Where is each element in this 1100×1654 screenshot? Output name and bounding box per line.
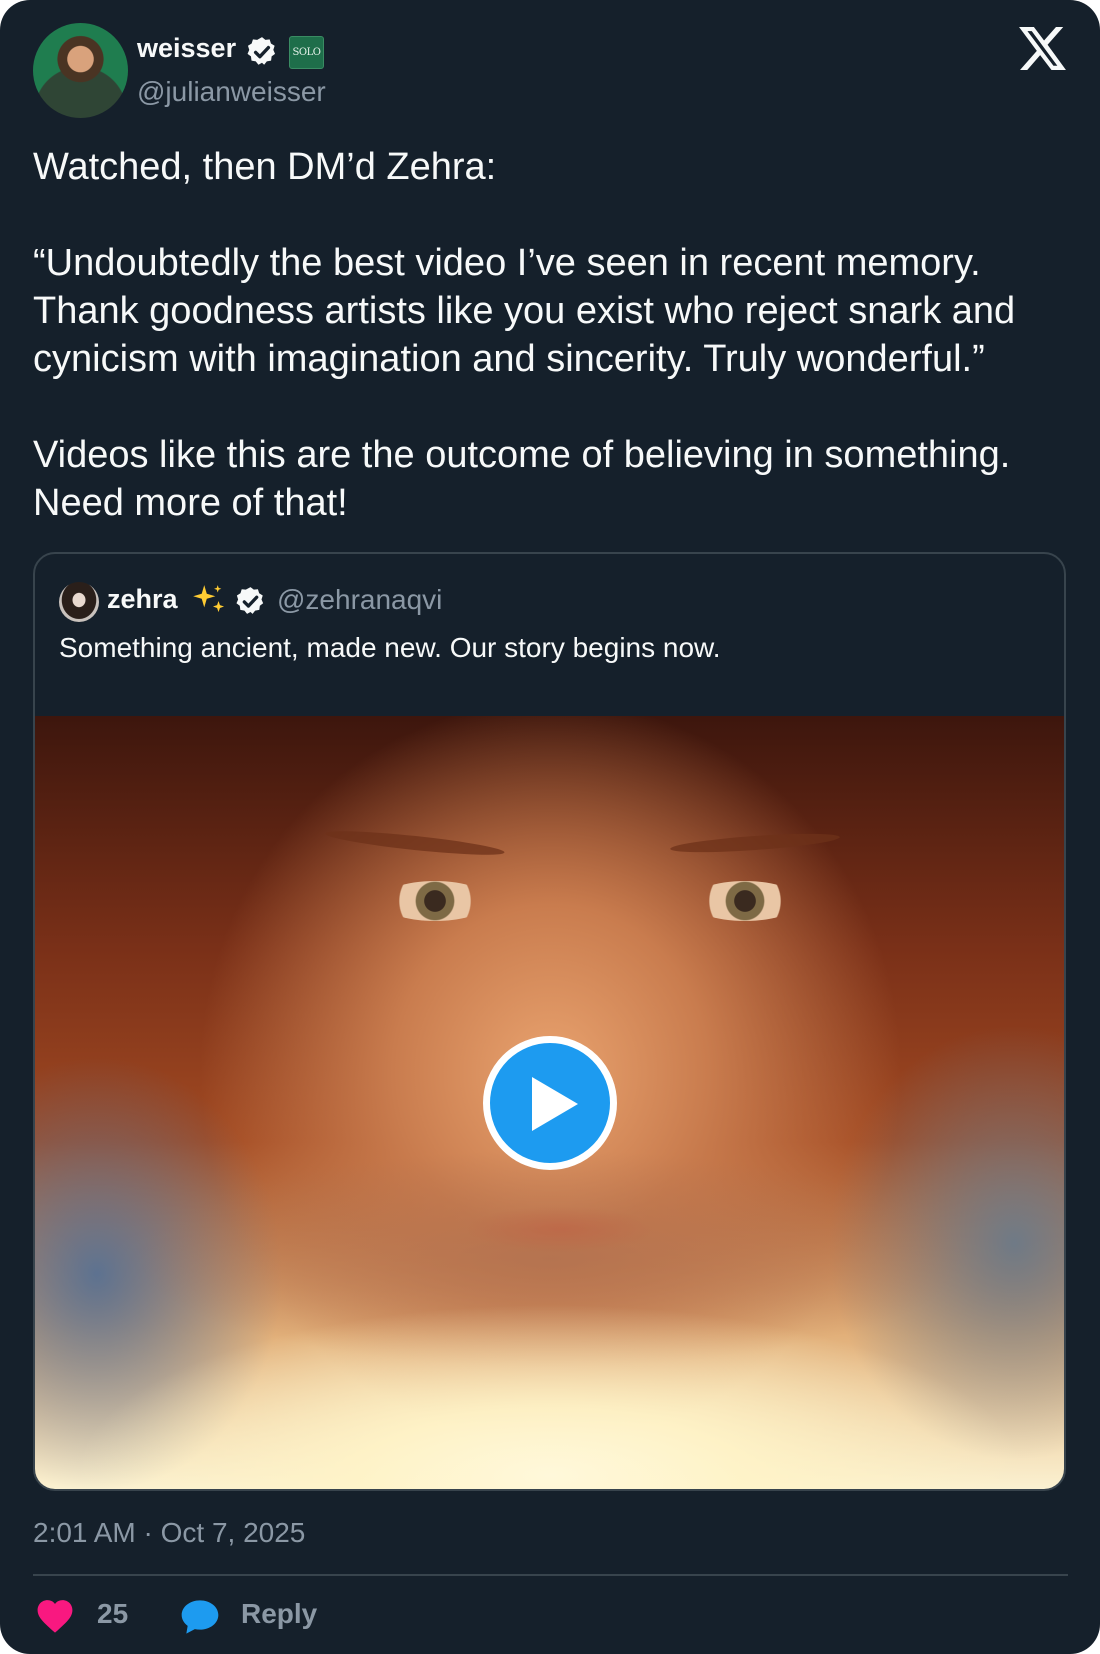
- quoted-author-avatar[interactable]: [59, 582, 99, 622]
- author-handle[interactable]: @julianweisser: [137, 76, 326, 108]
- reply-label: Reply: [241, 1598, 318, 1629]
- affiliate-badge[interactable]: SOLO: [289, 36, 324, 69]
- verified-badge-icon: [236, 587, 264, 614]
- verified-badge-icon: [247, 37, 276, 65]
- thumbnail-detail: [380, 881, 490, 921]
- video-thumbnail[interactable]: [35, 716, 1064, 1489]
- like-count: 25: [97, 1598, 129, 1629]
- reply-bubble-icon: [181, 1600, 219, 1634]
- thumbnail-detail: [465, 1206, 655, 1252]
- tweet-timestamp[interactable]: 2:01 AM · Oct 7, 2025: [33, 1517, 305, 1549]
- quoted-tweet[interactable]: zehra @zehranaqvi Something ancient, mad…: [33, 552, 1066, 1491]
- author-name[interactable]: weisser: [137, 33, 236, 64]
- x-logo-icon[interactable]: [1019, 27, 1066, 70]
- thumbnail-detail: [324, 826, 506, 860]
- quoted-author-name[interactable]: zehra: [107, 584, 178, 615]
- author-avatar[interactable]: [33, 23, 128, 118]
- quoted-author-handle[interactable]: @zehranaqvi: [277, 584, 442, 616]
- tweet-line-1: Watched, then DM’d Zehra:: [33, 146, 497, 188]
- quoted-tweet-text: Something ancient, made new. Our story b…: [59, 632, 721, 663]
- tweet-card: weisser SOLO @julianweisser Watched, the…: [0, 0, 1100, 1654]
- heart-icon: [37, 1600, 73, 1633]
- tweet-line-3: Videos like this are the outcome of beli…: [33, 434, 1011, 524]
- thumbnail-detail: [690, 881, 800, 921]
- reply-button[interactable]: Reply: [180, 1596, 330, 1636]
- play-button[interactable]: [483, 1036, 617, 1170]
- divider: [33, 1574, 1068, 1576]
- play-icon: [532, 1077, 578, 1131]
- sparkles-icon: [193, 585, 225, 613]
- tweet-line-2: “Undoubtedly the best video I’ve seen in…: [33, 242, 1016, 380]
- tweet-text: Watched, then DM’d Zehra: “Undoubtedly t…: [33, 143, 1073, 527]
- thumbnail-detail: [669, 830, 841, 856]
